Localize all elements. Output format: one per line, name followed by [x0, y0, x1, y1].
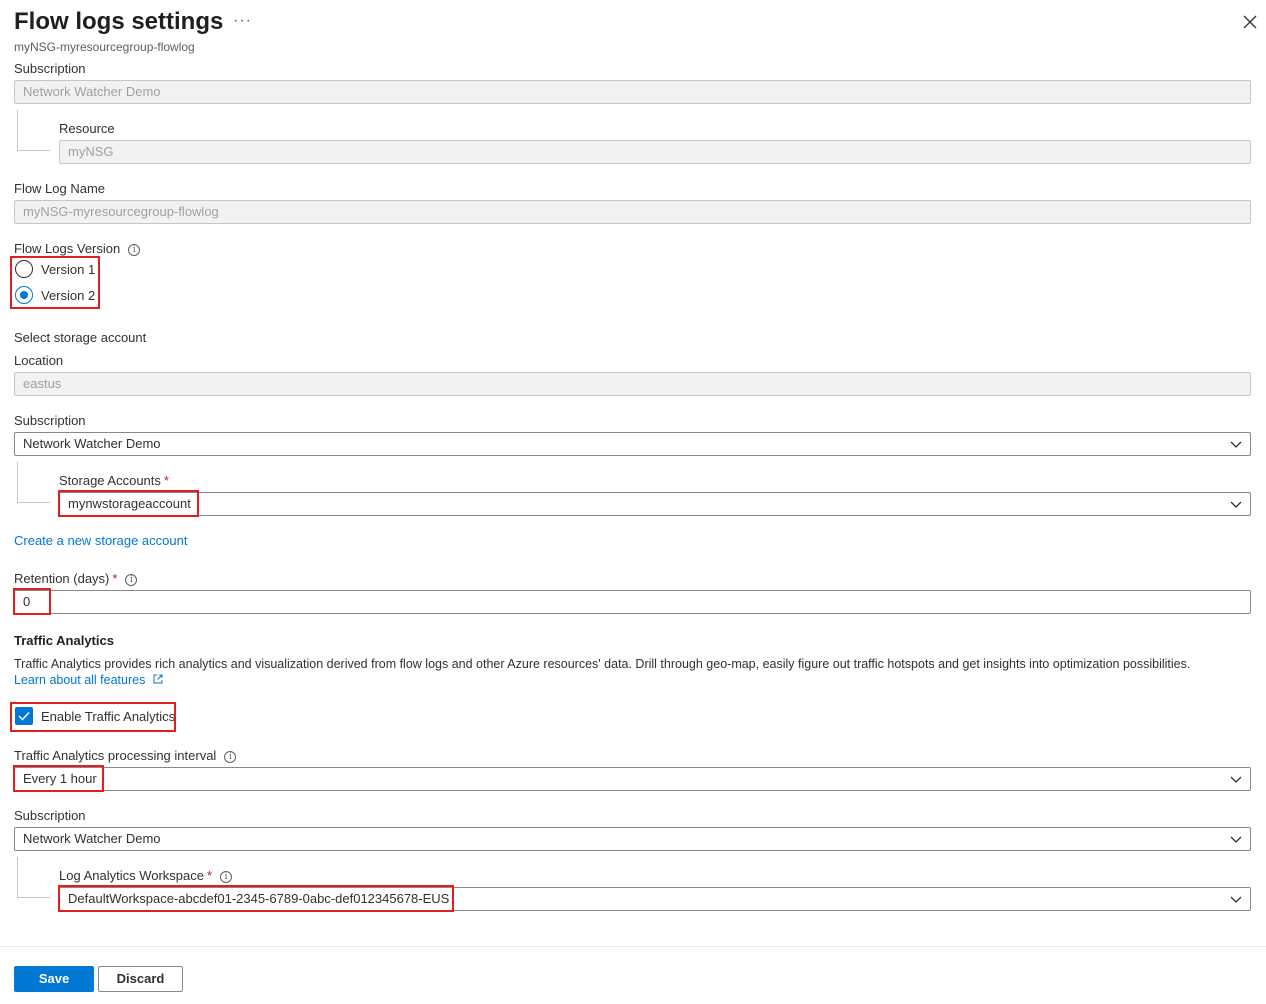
chevron-down-icon [1230, 836, 1242, 843]
info-icon[interactable]: i [224, 751, 237, 763]
info-icon[interactable]: i [125, 574, 138, 586]
ta-subscription-dropdown[interactable]: Network Watcher Demo [14, 827, 1251, 851]
select-storage-account-label: Select storage account [14, 330, 147, 345]
subscription-label: Subscription [14, 61, 86, 76]
processing-interval-dropdown[interactable]: Every 1 hour [14, 767, 1251, 791]
traffic-analytics-title: Traffic Analytics [14, 633, 114, 648]
enable-traffic-analytics-label: Enable Traffic Analytics [41, 709, 176, 724]
external-link-icon [153, 674, 163, 684]
chevron-down-icon [1230, 501, 1242, 508]
page-title: Flow logs settings [14, 8, 224, 35]
tree-connector [17, 110, 50, 151]
create-storage-account-link[interactable]: Create a new storage account [14, 533, 187, 548]
ta-subscription-label: Subscription [14, 808, 86, 823]
chevron-down-icon [1230, 441, 1242, 448]
location-field: eastus [14, 372, 1251, 396]
flow-log-name-label: Flow Log Name [14, 181, 106, 196]
radio-button-selected-icon[interactable] [15, 286, 33, 304]
learn-about-features-link[interactable]: Learn about all features [14, 673, 163, 687]
checkbox-checked-icon[interactable] [15, 707, 33, 725]
radio-button-icon[interactable] [15, 260, 33, 278]
enable-traffic-analytics-checkbox[interactable]: Enable Traffic Analytics [15, 707, 175, 725]
version-1-radio-option[interactable]: Version 1 [15, 260, 95, 278]
tree-connector [17, 462, 50, 503]
info-icon[interactable]: i [220, 871, 233, 883]
location-label: Location [14, 353, 64, 368]
retention-label: Retention (days) * i [14, 571, 138, 586]
flow-log-name-field: myNSG-myresourcegroup-flowlog [14, 200, 1251, 224]
info-icon[interactable]: i [128, 244, 141, 256]
required-asterisk: * [207, 868, 213, 883]
storage-accounts-dropdown[interactable]: mynwstorageaccount [59, 492, 1251, 516]
required-asterisk: * [163, 473, 169, 488]
more-options-icon[interactable]: ··· [233, 12, 252, 30]
log-analytics-workspace-dropdown[interactable]: DefaultWorkspace-abcdef01-2345-6789-0abc… [59, 887, 1251, 911]
close-icon[interactable] [1240, 12, 1260, 32]
version-2-radio-option[interactable]: Version 2 [15, 286, 95, 304]
footer-divider [0, 946, 1266, 947]
resource-label: Resource [59, 121, 115, 136]
resource-field: myNSG [59, 140, 1251, 164]
log-analytics-workspace-label: Log Analytics Workspace * i [59, 868, 233, 883]
save-button[interactable]: Save [14, 966, 94, 992]
subscription-field: Network Watcher Demo [14, 80, 1251, 104]
required-asterisk: * [112, 571, 118, 586]
retention-input[interactable]: 0 [14, 590, 1251, 614]
storage-subscription-dropdown[interactable]: Network Watcher Demo [14, 432, 1251, 456]
traffic-analytics-description: Traffic Analytics provides rich analytic… [14, 657, 1191, 671]
flow-logs-version-label: Flow Logs Version i [14, 241, 141, 256]
version-1-label: Version 1 [41, 262, 96, 277]
tree-connector [17, 857, 50, 898]
storage-subscription-label: Subscription [14, 413, 86, 428]
chevron-down-icon [1230, 896, 1242, 903]
page-subtitle: myNSG-myresourcegroup-flowlog [14, 40, 195, 54]
processing-interval-label: Traffic Analytics processing interval i [14, 748, 237, 763]
chevron-down-icon [1230, 776, 1242, 783]
discard-button[interactable]: Discard [98, 966, 183, 992]
storage-accounts-label: Storage Accounts * [59, 473, 169, 488]
version-2-label: Version 2 [41, 288, 96, 303]
